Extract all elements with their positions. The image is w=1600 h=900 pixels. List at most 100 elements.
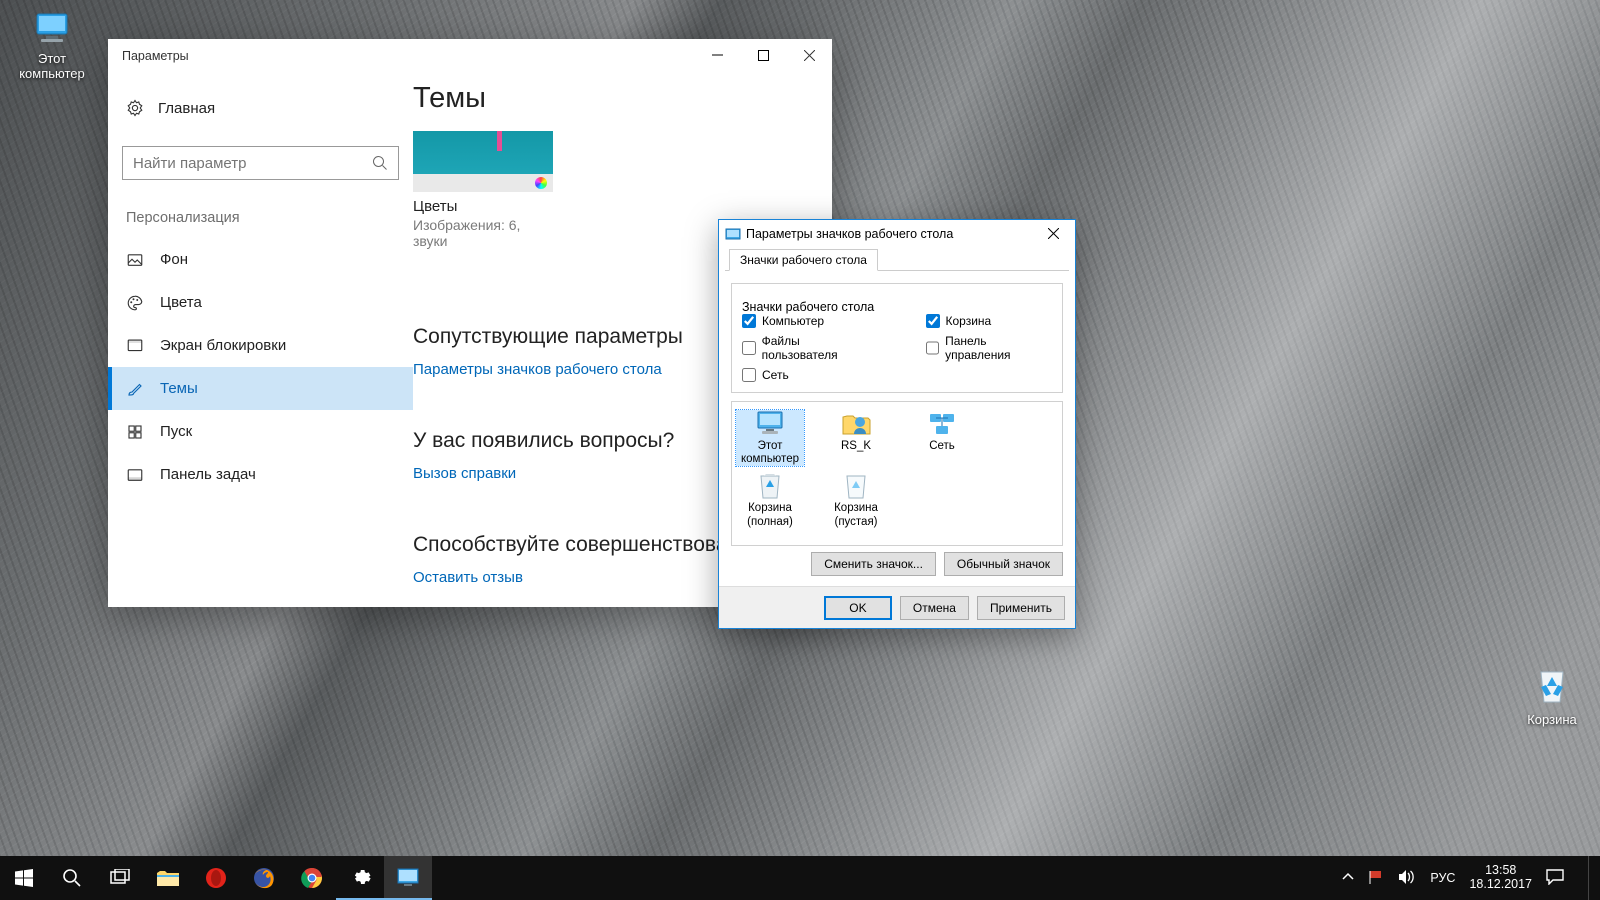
sidebar-item-background[interactable]: Фон (108, 238, 413, 281)
label: Сеть (908, 440, 976, 453)
dialog-titlebar[interactable]: Параметры значков рабочего стола (719, 220, 1075, 247)
default-icon-button[interactable]: Обычный значок (944, 552, 1063, 576)
dialog-title: Параметры значков рабочего стола (746, 227, 1028, 241)
taskbar-chrome[interactable] (288, 856, 336, 900)
taskbar-explorer[interactable] (144, 856, 192, 900)
lockscreen-icon (126, 337, 144, 355)
sidebar: Главная Персонализация Фон Цвета Экран б (108, 72, 413, 607)
label: Панель задач (160, 466, 256, 483)
taskbar-firefox[interactable] (240, 856, 288, 900)
search-box[interactable] (122, 146, 399, 180)
tray-language[interactable]: РУС (1430, 871, 1455, 885)
label: Экран блокировки (160, 337, 286, 354)
tray-chevron-up[interactable] (1342, 871, 1354, 886)
desktop-icons-link[interactable]: Параметры значков рабочего стола (413, 361, 662, 378)
search-icon (62, 868, 82, 888)
sidebar-item-lockscreen[interactable]: Экран блокировки (108, 324, 413, 367)
firefox-icon (253, 867, 275, 889)
taskbar-icon (126, 466, 144, 484)
tab-desktop-icons[interactable]: Значки рабочего стола (729, 249, 878, 271)
search-input[interactable] (133, 155, 372, 172)
checkbox-control-panel[interactable]: Панель управления (926, 334, 1053, 362)
checkbox-network[interactable]: Сеть (742, 368, 876, 382)
sidebar-item-start[interactable]: Пуск (108, 410, 413, 453)
pc-icon (754, 410, 786, 438)
palette-icon (126, 294, 144, 312)
tabstrip: Значки рабочего стола (725, 247, 1069, 271)
checkbox-computer[interactable]: Компьютер (742, 314, 876, 328)
chevron-up-icon (1342, 871, 1354, 883)
sidebar-item-colors[interactable]: Цвета (108, 281, 413, 324)
grid-item-recycle-full[interactable]: Корзина (полная) (736, 472, 804, 528)
dialog-footer: OK Отмена Применить (719, 586, 1075, 628)
action-center-icon (1546, 869, 1564, 885)
gear-icon (349, 866, 371, 888)
category-label: Персонализация (126, 210, 413, 226)
change-icon-button[interactable]: Сменить значок... (811, 552, 936, 576)
opera-icon (205, 867, 227, 889)
desktop-recycle-bin[interactable]: Корзина (1510, 666, 1594, 727)
icon-preview-grid: Этот компьютер RS_K Сеть Корзина (полная… (731, 401, 1063, 546)
minimize-button[interactable] (694, 39, 740, 72)
home-link[interactable]: Главная (108, 88, 413, 128)
label: Цвета (160, 294, 202, 311)
task-view-button[interactable] (96, 856, 144, 900)
flag-icon (1368, 869, 1384, 885)
cancel-button[interactable]: Отмена (900, 596, 969, 620)
grid-item-this-pc[interactable]: Этот компьютер (736, 410, 804, 466)
windows-icon (15, 869, 33, 887)
grid-item-user[interactable]: RS_K (822, 410, 890, 466)
ok-button[interactable]: OK (824, 596, 892, 620)
network-icon (926, 410, 958, 438)
chrome-icon (301, 867, 323, 889)
label: Панель управления (945, 334, 1052, 362)
search-icon (372, 155, 388, 171)
label: Корзина (946, 314, 992, 328)
titlebar[interactable]: Параметры (108, 39, 832, 72)
tray-volume[interactable] (1398, 869, 1416, 888)
theme-meta: Изображения: 6, звуки (413, 217, 553, 249)
label: Главная (158, 100, 215, 117)
user-folder-icon (840, 410, 872, 438)
label: Корзина (1510, 712, 1594, 727)
explorer-icon (156, 868, 180, 888)
close-button[interactable] (786, 39, 832, 72)
checkbox-group: Значки рабочего стола Компьютер Файлы по… (731, 283, 1063, 393)
label: Компьютер (762, 314, 824, 328)
dialog-close-button[interactable] (1033, 222, 1073, 246)
search-button[interactable] (48, 856, 96, 900)
help-link[interactable]: Вызов справки (413, 465, 516, 482)
system-tray: РУС 13:58 18.12.2017 (1336, 856, 1600, 900)
checkbox-user-files[interactable]: Файлы пользователя (742, 334, 876, 362)
tray-action-center[interactable] (1546, 869, 1564, 888)
tray-clock[interactable]: 13:58 18.12.2017 (1469, 864, 1532, 892)
apply-button[interactable]: Применить (977, 596, 1065, 620)
theme-tile[interactable]: Цветы Изображения: 6, звуки (413, 131, 553, 249)
grid-item-recycle-empty[interactable]: Корзина (пустая) (822, 472, 890, 528)
desktop-this-pc[interactable]: Этот компьютер (10, 11, 94, 81)
speaker-icon (1398, 869, 1416, 885)
checkbox-recycle[interactable]: Корзина (926, 314, 1053, 328)
label: Файлы пользователя (762, 334, 876, 362)
theme-preview (413, 131, 553, 174)
feedback-link[interactable]: Оставить отзыв (413, 569, 523, 586)
show-desktop-button[interactable] (1588, 856, 1594, 900)
taskbar-settings[interactable] (336, 856, 384, 900)
sidebar-item-taskbar[interactable]: Панель задач (108, 453, 413, 496)
gear-icon (126, 99, 144, 117)
group-label: Значки рабочего стола (742, 300, 1052, 314)
colorwheel-icon (535, 177, 547, 189)
start-button[interactable] (0, 856, 48, 900)
tray-security[interactable] (1368, 869, 1384, 888)
control-panel-icon (397, 867, 419, 887)
taskbar-desktop-icon-settings[interactable] (384, 856, 432, 900)
sidebar-item-themes[interactable]: Темы (108, 367, 413, 410)
recycle-full-icon (754, 472, 786, 500)
grid-item-network[interactable]: Сеть (908, 410, 976, 466)
label: Этот компьютер (10, 51, 94, 81)
pc-icon (31, 11, 73, 47)
taskbar-opera[interactable] (192, 856, 240, 900)
label: Этот компьютер (736, 440, 804, 466)
page-title: Темы (413, 82, 832, 115)
maximize-button[interactable] (740, 39, 786, 72)
